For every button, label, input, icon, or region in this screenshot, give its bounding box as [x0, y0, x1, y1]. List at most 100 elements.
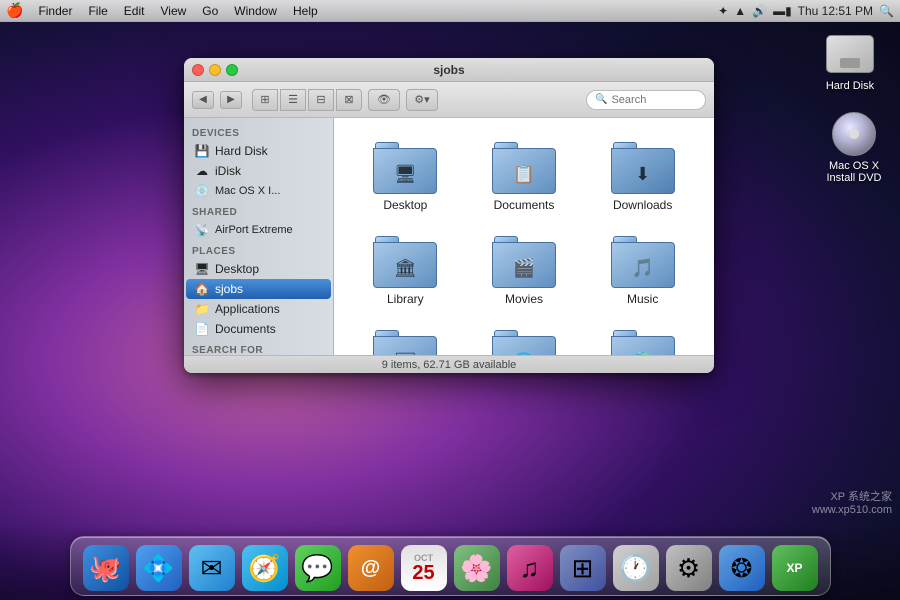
dock-item-safari[interactable]: 🧭: [240, 541, 290, 591]
search-icon: 🔍: [595, 94, 607, 105]
spotlight-icon[interactable]: 🔍: [879, 4, 894, 18]
folder-public[interactable]: 🌐 Public: [469, 322, 580, 355]
bluetooth-icon[interactable]: ✦: [718, 4, 728, 18]
sidebar-item-documents[interactable]: 📄 Documents: [186, 319, 331, 339]
folder-downloads[interactable]: ⬇ Downloads: [587, 134, 698, 220]
wifi-icon[interactable]: ▲: [734, 4, 746, 18]
mail-dock-icon: ✉: [189, 545, 235, 591]
sidebar-item-macos[interactable]: 💿 Mac OS X I...: [186, 181, 331, 201]
dock-item-iphoto[interactable]: 🌸: [452, 541, 502, 591]
dock-item-xp[interactable]: XP: [770, 541, 820, 591]
dock: 🐙 💠 ✉ 🧭 💬 @ OCT 25: [0, 522, 900, 600]
dock-item-address[interactable]: @: [346, 541, 396, 591]
menu-right: ✦ ▲ 🔊 ▬▮ Thu 12:51 PM 🔍: [718, 4, 894, 18]
sidebar-item-idisk[interactable]: ☁ iDisk: [186, 161, 331, 181]
dashboard-dock-icon: 💠: [136, 545, 182, 591]
folder-public-icon: 🌐: [492, 330, 556, 355]
desktop-icon-harddisk[interactable]: Hard Disk: [814, 30, 886, 92]
dock-item-expose[interactable]: ⊞: [558, 541, 608, 591]
list-view-button[interactable]: ☰: [280, 89, 306, 111]
dock-item-ical[interactable]: OCT 25: [399, 541, 449, 591]
folder-movies-overlay: 🎬: [513, 258, 535, 279]
volume-icon[interactable]: 🔊: [752, 4, 767, 18]
folder-downloads-label: Downloads: [613, 198, 672, 212]
icon-view-button[interactable]: ⊞: [252, 89, 278, 111]
prefs-dock-icon: ⚙: [666, 545, 712, 591]
dock-item-dashboard[interactable]: 💠: [134, 541, 184, 591]
close-button[interactable]: [192, 64, 204, 76]
dock-item-itunes[interactable]: ♫: [505, 541, 555, 591]
itunes-dock-icon: ♫: [507, 545, 553, 591]
dock-item-mail[interactable]: ✉: [187, 541, 237, 591]
action-button[interactable]: ⚙▾: [406, 89, 438, 111]
watermark: XP 系统之家 www.xp510.com: [812, 488, 892, 516]
menu-view[interactable]: View: [153, 3, 193, 19]
main-content: 🖥 Desktop 📋 Documents: [334, 118, 714, 355]
sidebar-item-applications[interactable]: 📁 Applications: [186, 299, 331, 319]
sidebar-item-harddisk[interactable]: 💾 Hard Disk: [186, 141, 331, 161]
search-box[interactable]: 🔍: [586, 90, 706, 110]
status-bar: 9 items, 62.71 GB available: [184, 355, 714, 373]
harddisk-icon: 💾: [194, 143, 210, 159]
folder-desktop[interactable]: 🖥 Desktop: [350, 134, 461, 220]
finder-window: sjobs ◀ ▶ ⊞ ☰ ⊟ ⊠ 👁 ⚙▾ 🔍 DEVICES: [184, 58, 714, 373]
folder-music-label: Music: [627, 292, 658, 306]
dvd-label: Mac OS X Install DVD: [818, 160, 890, 184]
folder-movies[interactable]: 🎬 Movies: [469, 228, 580, 314]
menu-help[interactable]: Help: [286, 3, 325, 19]
search-input[interactable]: [611, 94, 697, 106]
iphoto-dock-icon: 🌸: [454, 545, 500, 591]
sidebar-item-sjobs[interactable]: 🏠 sjobs: [186, 279, 331, 299]
quick-look-button[interactable]: 👁: [368, 89, 400, 111]
folder-documents-label: Documents: [494, 198, 555, 212]
expose-dock-icon: ⊞: [560, 545, 606, 591]
hard-disk-label: Hard Disk: [826, 80, 874, 92]
view-buttons: ⊞ ☰ ⊟ ⊠: [252, 89, 362, 111]
folder-library-label: Library: [387, 292, 424, 306]
safari-dock-icon: 🧭: [242, 545, 288, 591]
menu-file[interactable]: File: [81, 3, 114, 19]
column-view-button[interactable]: ⊟: [308, 89, 334, 111]
dock-item-prefs[interactable]: ⚙: [664, 541, 714, 591]
home-icon: 🏠: [194, 281, 210, 297]
vmware-dock-icon: ❂: [719, 545, 765, 591]
address-dock-icon: @: [348, 545, 394, 591]
folder-pictures-overlay: 🖼: [394, 352, 417, 355]
cover-flow-button[interactable]: ⊠: [336, 89, 362, 111]
folder-music[interactable]: 🎵 Music: [587, 228, 698, 314]
applications-icon: 📁: [194, 301, 210, 317]
folder-pictures-icon: 🖼: [373, 330, 437, 355]
desktop-icon-dvd[interactable]: Mac OS X Install DVD: [818, 110, 890, 184]
maximize-button[interactable]: [226, 64, 238, 76]
folder-sites[interactable]: 🌍 Sites: [587, 322, 698, 355]
dock-item-clock[interactable]: 🕐: [611, 541, 661, 591]
watermark-line1: XP 系统之家: [812, 488, 892, 504]
folder-desktop-overlay: 🖥: [394, 164, 417, 185]
menu-finder[interactable]: Finder: [31, 3, 79, 19]
toolbar: ◀ ▶ ⊞ ☰ ⊟ ⊠ 👁 ⚙▾ 🔍: [184, 82, 714, 118]
menu-edit[interactable]: Edit: [117, 3, 152, 19]
apple-menu[interactable]: 🍎: [6, 2, 23, 19]
menu-window[interactable]: Window: [227, 3, 284, 19]
menu-go[interactable]: Go: [195, 3, 225, 19]
folder-library[interactable]: 🏛 Library: [350, 228, 461, 314]
folder-sites-icon: 🌍: [611, 330, 675, 355]
traffic-lights: [192, 64, 238, 76]
documents-sidebar-icon: 📄: [194, 321, 210, 337]
folder-music-overlay: 🎵: [631, 258, 653, 279]
desktop: 🍎 Finder File Edit View Go Window Help ✦…: [0, 0, 900, 600]
sidebar-item-desktop[interactable]: 🖥 Desktop: [186, 259, 331, 279]
dock-item-finder[interactable]: 🐙: [81, 541, 131, 591]
forward-button[interactable]: ▶: [220, 91, 242, 109]
dock-item-ichat[interactable]: 💬: [293, 541, 343, 591]
dock-item-vmware[interactable]: ❂: [717, 541, 767, 591]
minimize-button[interactable]: [209, 64, 221, 76]
shared-label: SHARED: [184, 201, 333, 220]
folder-documents[interactable]: 📋 Documents: [469, 134, 580, 220]
sidebar-item-airport[interactable]: 📡 AirPort Extreme: [186, 220, 331, 240]
back-button[interactable]: ◀: [192, 91, 214, 109]
desktop-sidebar-icon: 🖥: [194, 261, 210, 277]
battery-icon[interactable]: ▬▮: [773, 4, 792, 18]
folder-pictures[interactable]: 🖼 Pictures: [350, 322, 461, 355]
clock-dock-icon: 🕐: [613, 545, 659, 591]
